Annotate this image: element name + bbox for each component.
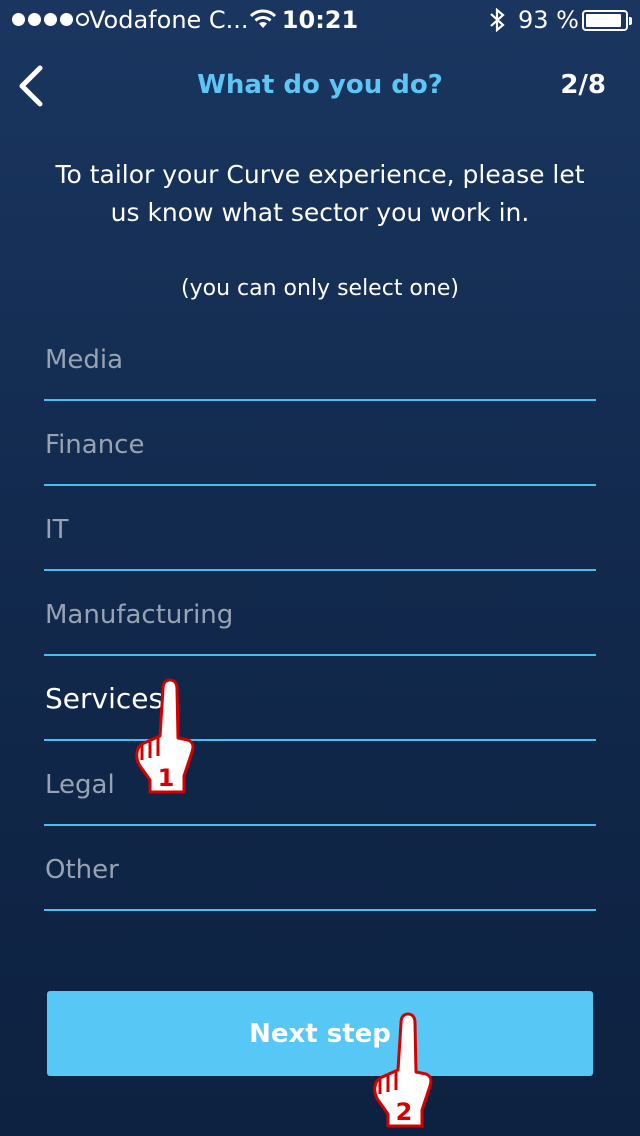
sector-options: Media Finance IT Manufacturing Services … [44, 316, 596, 911]
option-manufacturing[interactable]: Manufacturing [44, 571, 596, 656]
pointing-hand-icon: 1 [135, 678, 195, 794]
annotation-step-1: 1 [158, 764, 175, 792]
step-progress: 2/8 [560, 70, 606, 100]
battery-icon [582, 10, 632, 31]
annotation-step-2: 2 [396, 1098, 413, 1126]
selection-hint: (you can only select one) [181, 276, 459, 301]
option-other[interactable]: Other [44, 826, 596, 911]
option-label: Manufacturing [45, 600, 234, 630]
status-bar: Vodafone C... 10:21 93 % [0, 0, 640, 40]
option-label: Legal [45, 770, 115, 800]
option-legal[interactable]: Legal [44, 741, 596, 826]
bluetooth-icon [490, 7, 505, 33]
next-step-button[interactable]: Next step [47, 991, 593, 1076]
option-it[interactable]: IT [44, 486, 596, 571]
option-label: Finance [45, 430, 145, 460]
pointing-hand-icon: 2 [373, 1012, 433, 1128]
option-label: Media [45, 345, 124, 375]
option-finance[interactable]: Finance [44, 401, 596, 486]
intro-text: To tailor your Curve experience, please … [55, 160, 585, 227]
page-title: What do you do? [197, 70, 443, 100]
option-label: IT [45, 515, 69, 545]
option-label: Other [45, 855, 119, 885]
option-services[interactable]: Services [44, 656, 596, 741]
battery-percentage: 93 % [518, 6, 579, 34]
option-media[interactable]: Media [44, 316, 596, 401]
